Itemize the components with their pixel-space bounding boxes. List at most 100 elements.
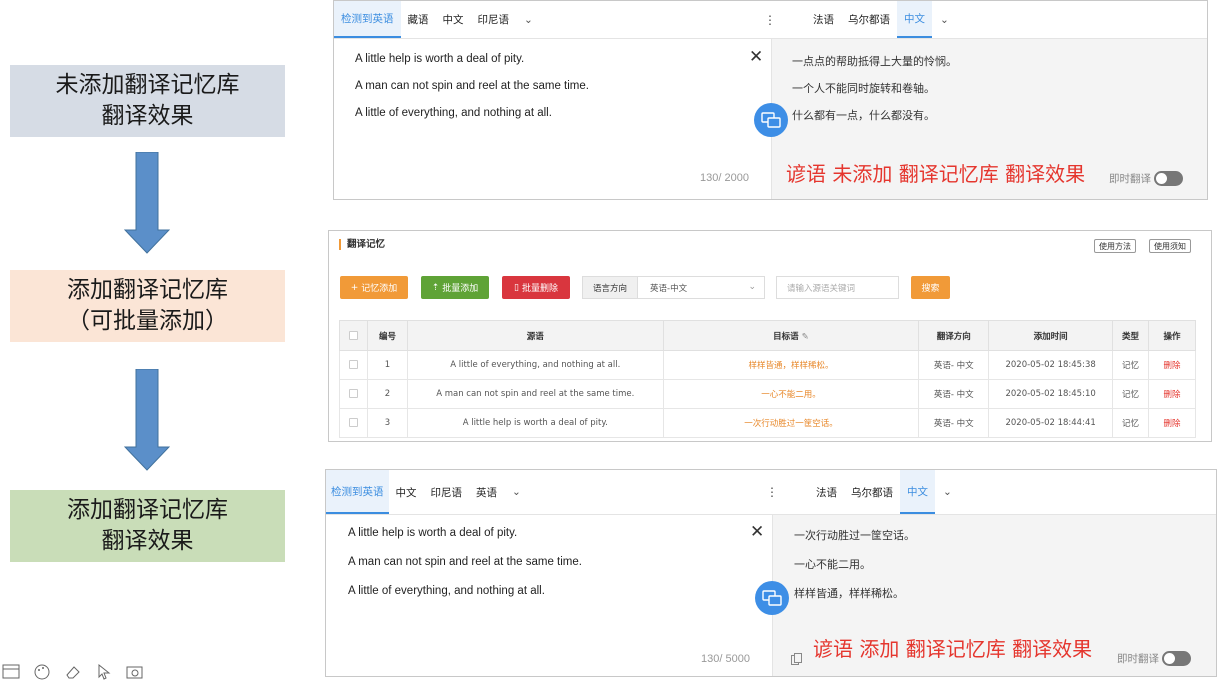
tab-target-lang[interactable]: 乌尔都语 (841, 1, 897, 38)
translated-text-line: 一点点的帮助抵得上大量的怜悯。 (792, 55, 957, 68)
chevron-down-icon[interactable]: ⌄ (516, 1, 541, 38)
source-text-line[interactable]: A little help is worth a deal of pity. (355, 53, 524, 65)
close-icon[interactable]: ✕ (750, 522, 764, 542)
tab-source-lang[interactable]: 中文 (436, 1, 471, 38)
character-counter: 130/ 2000 (700, 172, 749, 184)
add-memory-button[interactable]: + 记忆添加 (340, 276, 408, 299)
tab-target-lang[interactable]: 法语 (809, 470, 844, 514)
source-language-tabs: 检测到英语 中文 印尼语 英语 ⌄ (326, 470, 529, 514)
row-type: 记忆 (1112, 408, 1150, 438)
batch-delete-button[interactable]: ▯ 批量删除 (502, 276, 570, 299)
chevron-down-icon: ⌄ (748, 282, 756, 292)
source-text-line[interactable]: A man can not spin and reel at the same … (355, 80, 589, 92)
column-header: 编号 (366, 320, 408, 351)
instant-translate-label: 即时翻译 (1109, 173, 1151, 185)
row-id: 3 (366, 408, 408, 438)
step-subtitle: （可批量添加） (67, 308, 228, 334)
step-before-memory: 未添加翻译记忆库 翻译效果 (10, 65, 285, 137)
tab-source-lang[interactable]: 印尼语 (471, 1, 517, 38)
row-checkbox[interactable] (339, 408, 368, 438)
tab-source-lang[interactable]: 印尼语 (424, 470, 470, 514)
close-icon[interactable]: ✕ (749, 47, 763, 67)
annotation-label: 谚语 未添加 翻译记忆库 翻译效果 (786, 162, 1086, 186)
translator-panel-after: 检测到英语 中文 印尼语 英语 ⌄ ⋮ 法语 乌尔都语 中文 ⌄ A littl… (325, 469, 1217, 677)
more-options-icon[interactable]: ⋮ (764, 1, 776, 38)
swap-language-icon[interactable] (755, 581, 789, 615)
toggle-switch[interactable] (1162, 651, 1191, 666)
source-text-line[interactable]: A little of everything, and nothing at a… (355, 107, 552, 119)
chevron-down-icon[interactable]: ⌄ (504, 470, 529, 514)
instant-translate-toggle[interactable]: 即时翻译 (1117, 651, 1191, 666)
tab-target-chinese[interactable]: 中文 (897, 1, 932, 38)
chevron-down-icon[interactable]: ⌄ (932, 1, 957, 38)
translator-panel-before: 检测到英语 藏语 中文 印尼语 ⌄ ⋮ 法语 乌尔都语 中文 ⌄ A littl… (333, 0, 1208, 200)
eraser-icon[interactable] (64, 663, 83, 680)
usage-tips-button[interactable]: 使用须知 (1149, 239, 1191, 253)
camera-icon[interactable] (126, 663, 145, 680)
column-header: 操作 (1148, 320, 1196, 351)
chevron-down-icon[interactable]: ⌄ (935, 470, 960, 514)
step-title: 添加翻译记忆库 (67, 497, 228, 523)
down-arrow-icon (124, 369, 170, 471)
search-button[interactable]: 搜索 (911, 276, 950, 299)
down-arrow-icon (124, 152, 170, 254)
delete-link[interactable]: 删除 (1148, 350, 1196, 380)
row-time: 2020-05-02 18:45:10 (988, 379, 1114, 409)
row-checkbox[interactable] (339, 379, 368, 409)
toggle-switch[interactable] (1154, 171, 1183, 186)
tab-source-lang[interactable]: 中文 (389, 470, 424, 514)
instant-translate-toggle[interactable]: 即时翻译 (1109, 171, 1183, 186)
row-source: A man can not spin and reel at the same … (406, 379, 664, 409)
translated-text-line: 样样皆通，样样稀松。 (794, 587, 904, 600)
copy-icon[interactable] (791, 652, 802, 665)
source-text-line[interactable]: A little help is worth a deal of pity. (348, 527, 517, 539)
tab-detect-english[interactable]: 检测到英语 (326, 470, 389, 514)
table-row: 2 A man can not spin and reel at the sam… (339, 379, 1196, 409)
tab-detect-english[interactable]: 检测到英语 (334, 1, 401, 38)
row-target: 一次行动胜过一筐空话。 (662, 408, 920, 438)
batch-add-button[interactable]: ⇡ 批量添加 (421, 276, 489, 299)
source-text-line[interactable]: A man can not spin and reel at the same … (348, 556, 582, 568)
step-title: 未添加翻译记忆库 (55, 72, 240, 98)
tab-target-chinese[interactable]: 中文 (900, 470, 935, 514)
step-add-memory: 添加翻译记忆库 （可批量添加） (10, 270, 285, 342)
swap-language-icon[interactable] (754, 103, 788, 137)
instant-translate-label: 即时翻译 (1117, 653, 1159, 665)
tab-target-lang[interactable]: 乌尔都语 (844, 470, 900, 514)
row-type: 记忆 (1112, 350, 1150, 380)
more-options-icon[interactable]: ⋮ (766, 470, 778, 514)
keyword-input[interactable]: 请输入源语关键词 (776, 276, 899, 299)
usage-method-button[interactable]: 使用方法 (1094, 239, 1136, 253)
row-direction: 英语- 中文 (918, 350, 990, 380)
row-direction: 英语- 中文 (918, 408, 990, 438)
row-source: A little help is worth a deal of pity. (406, 408, 664, 438)
row-id: 1 (366, 350, 408, 380)
column-header: 源语 (406, 320, 664, 351)
edit-pencil-icon[interactable]: ✎ (802, 332, 809, 342)
row-target: 一心不能二用。 (662, 379, 920, 409)
pointer-icon[interactable] (95, 663, 114, 680)
tab-source-lang[interactable]: 藏语 (401, 1, 436, 38)
palette-icon[interactable] (33, 663, 52, 680)
delete-link[interactable]: 删除 (1148, 379, 1196, 409)
translated-text-line: 一心不能二用。 (794, 558, 871, 571)
tab-target-lang[interactable]: 法语 (806, 1, 841, 38)
plus-icon: + (350, 282, 359, 293)
row-checkbox[interactable] (339, 350, 368, 380)
select-all-checkbox[interactable] (339, 320, 368, 351)
column-header: 翻译方向 (918, 320, 990, 351)
row-source: A little of everything, and nothing at a… (406, 350, 664, 380)
source-text-line[interactable]: A little of everything, and nothing at a… (348, 585, 545, 597)
table-row: 3 A little help is worth a deal of pity.… (339, 408, 1196, 438)
row-id: 2 (366, 379, 408, 409)
delete-link[interactable]: 删除 (1148, 408, 1196, 438)
column-header: 目标语 ✎ (662, 320, 920, 351)
memory-table: 编号 源语 目标语 ✎ 翻译方向 添加时间 类型 操作 1 A little o… (339, 320, 1196, 438)
direction-select[interactable]: 英语-中文 ⌄ (638, 276, 765, 299)
row-direction: 英语- 中文 (918, 379, 990, 409)
translated-text-line: 什么都有一点，什么都没有。 (792, 109, 935, 122)
direction-label: 语言方向 (582, 276, 638, 299)
step-after-memory: 添加翻译记忆库 翻译效果 (10, 490, 285, 562)
layout-icon[interactable] (2, 663, 21, 680)
tab-source-lang[interactable]: 英语 (469, 470, 504, 514)
